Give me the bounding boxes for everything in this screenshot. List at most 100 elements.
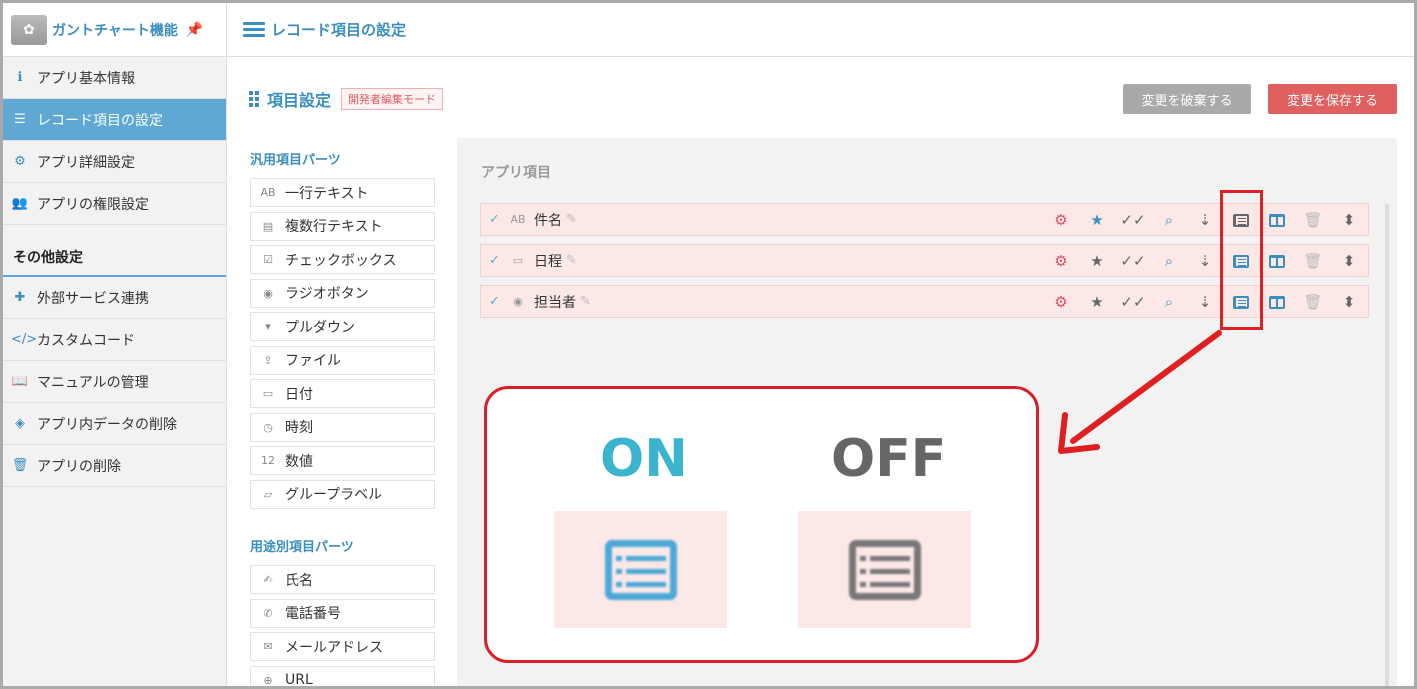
part-item[interactable]: ▤ 複数行テキスト <box>250 211 435 241</box>
edit-pencil-icon[interactable]: ✎ <box>566 253 577 268</box>
columns-icon[interactable] <box>1259 211 1295 229</box>
part-icon: ▤ <box>262 219 274 233</box>
part-item[interactable]: ▭ 日付 <box>250 379 435 408</box>
part-label: チェックボックス <box>285 252 397 269</box>
pointer-arrow <box>1058 330 1222 454</box>
row-actions: ⚙ ★ ✓✓ ⌕ ⇣ 🗑 ⬍ <box>1043 204 1367 235</box>
sidebar-item-label: アプリの権限設定 <box>37 196 149 213</box>
part-icon: ⇪ <box>263 353 273 367</box>
sidebar-item-custom-code[interactable]: </> カスタムコード <box>3 319 226 361</box>
field-type-icon: ▭ <box>512 254 524 267</box>
reorder-icon[interactable]: ⬍ <box>1331 211 1367 229</box>
list-view-off-icon <box>848 539 921 600</box>
on-swatch <box>554 511 727 628</box>
sidebar-section-other: その他設定 <box>3 225 226 277</box>
save-button[interactable]: 変更を保存する <box>1268 84 1397 114</box>
sidebar-item-permissions[interactable]: 👥 アプリの権限設定 <box>3 183 226 225</box>
part-item[interactable]: ✆ 電話番号 <box>250 598 435 628</box>
sidebar-item-label: 外部サービス連携 <box>37 290 149 307</box>
sidebar-item-label: アプリの削除 <box>37 458 121 475</box>
sidebar-item-delete-data[interactable]: ◈ アプリ内データの削除 <box>3 403 226 445</box>
search-icon[interactable]: ⌕ <box>1151 293 1187 311</box>
part-item[interactable]: ✍ 氏名 <box>250 565 435 594</box>
settings-gear-icon[interactable]: ⚙ <box>1043 293 1079 311</box>
trash-icon[interactable]: 🗑 <box>1295 211 1331 229</box>
part-label: 時刻 <box>285 420 313 436</box>
part-label: ファイル <box>285 353 341 369</box>
check-icon[interactable]: ✓ <box>489 294 503 309</box>
trash-icon[interactable]: 🗑 <box>1295 293 1331 311</box>
part-item[interactable]: ◉ ラジオボタン <box>250 278 435 308</box>
part-icon: ✆ <box>263 606 273 620</box>
part-item[interactable]: AB 一行テキスト <box>250 178 435 207</box>
part-item[interactable]: 12 数値 <box>250 446 435 475</box>
double-check-icon[interactable]: ✓✓ <box>1115 293 1151 311</box>
sidebar-item-label: レコード項目の設定 <box>37 112 163 129</box>
sidebar-item-basic-info[interactable]: ℹ アプリ基本情報 <box>3 57 226 99</box>
puzzle-icon: ✚ <box>14 290 26 305</box>
app-name[interactable]: ガントチャート機能 <box>52 20 178 40</box>
search-icon[interactable]: ⌕ <box>1151 252 1187 270</box>
sidebar-item-label: アプリ内データの削除 <box>37 416 177 433</box>
settings-gear-icon[interactable]: ⚙ <box>1043 211 1079 229</box>
sidebar-item-external-services[interactable]: ✚ 外部サービス連携 <box>3 277 226 319</box>
sort-icon[interactable]: ⇣ <box>1187 293 1223 311</box>
double-check-icon[interactable]: ✓✓ <box>1115 252 1151 270</box>
trash-icon[interactable]: 🗑 <box>1295 252 1331 270</box>
sort-icon[interactable]: ⇣ <box>1187 252 1223 270</box>
off-swatch <box>798 511 971 628</box>
star-icon[interactable]: ★ <box>1079 211 1115 229</box>
field-type-icon: ◉ <box>513 295 523 308</box>
check-icon[interactable]: ✓ <box>489 212 503 227</box>
reorder-icon[interactable]: ⬍ <box>1331 293 1367 311</box>
part-label: 電話番号 <box>285 606 341 622</box>
row-actions: ⚙ ★ ✓✓ ⌕ ⇣ 🗑 ⬍ <box>1043 245 1367 276</box>
search-icon[interactable]: ⌕ <box>1151 211 1187 229</box>
part-icon: 12 <box>261 454 275 467</box>
app-items-title: アプリ項目 <box>481 165 551 181</box>
highlight-box <box>1220 190 1263 330</box>
part-item[interactable]: ▾ プルダウン <box>250 312 435 341</box>
menu-icon[interactable] <box>243 19 265 40</box>
gear-icon: ⚙ <box>14 154 26 169</box>
columns-icon[interactable] <box>1259 252 1295 270</box>
part-label: ラジオボタン <box>285 286 369 302</box>
double-check-icon[interactable]: ✓✓ <box>1115 211 1151 229</box>
part-icon: ✉ <box>263 640 273 653</box>
part-item[interactable]: ▱ グループラベル <box>250 479 435 509</box>
scrollbar[interactable] <box>1385 204 1389 686</box>
check-icon[interactable]: ✓ <box>489 253 503 268</box>
sidebar-item-detail-settings[interactable]: ⚙ アプリ詳細設定 <box>3 141 226 183</box>
part-icon: ▭ <box>262 387 274 400</box>
part-item[interactable]: ☑ チェックボックス <box>250 245 435 274</box>
field-type-icon: AB <box>510 213 526 226</box>
list-icon: ☰ <box>14 112 26 127</box>
eraser-icon: ◈ <box>15 416 25 431</box>
edit-pencil-icon[interactable]: ✎ <box>566 212 577 227</box>
columns-icon[interactable] <box>1259 293 1295 311</box>
star-icon[interactable]: ★ <box>1079 252 1115 270</box>
part-icon: ✍ <box>263 573 273 586</box>
sidebar-item-label: アプリ基本情報 <box>37 70 135 87</box>
sidebar-item-delete-app[interactable]: 🗑 アプリの削除 <box>3 445 226 487</box>
field-name: 件名 <box>534 212 562 229</box>
part-icon: AB <box>260 186 276 199</box>
star-icon[interactable]: ★ <box>1079 293 1115 311</box>
sidebar-item-manual[interactable]: 📖 マニュアルの管理 <box>3 361 226 403</box>
part-item[interactable]: ◷ 時刻 <box>250 412 435 442</box>
general-parts-title: 汎用項目パーツ <box>250 153 341 168</box>
discard-button[interactable]: 変更を破棄する <box>1123 84 1251 114</box>
part-item[interactable]: ⊕ URL <box>250 665 435 686</box>
reorder-icon[interactable]: ⬍ <box>1331 252 1367 270</box>
edit-pencil-icon[interactable]: ✎ <box>580 294 591 309</box>
special-parts-title: 用途別項目パーツ <box>250 540 354 555</box>
sort-icon[interactable]: ⇣ <box>1187 211 1223 229</box>
part-item[interactable]: ✉ メールアドレス <box>250 632 435 661</box>
section-header: 項目設定 開発者編集モード <box>249 87 444 111</box>
part-item[interactable]: ⇪ ファイル <box>250 345 435 375</box>
sidebar-item-label: アプリ詳細設定 <box>37 154 135 171</box>
settings-gear-icon[interactable]: ⚙ <box>1043 252 1079 270</box>
on-label: ON <box>600 429 688 489</box>
sidebar-item-record-fields[interactable]: ☰ レコード項目の設定 <box>3 99 226 141</box>
pin-icon[interactable]: 📌 <box>186 22 203 38</box>
